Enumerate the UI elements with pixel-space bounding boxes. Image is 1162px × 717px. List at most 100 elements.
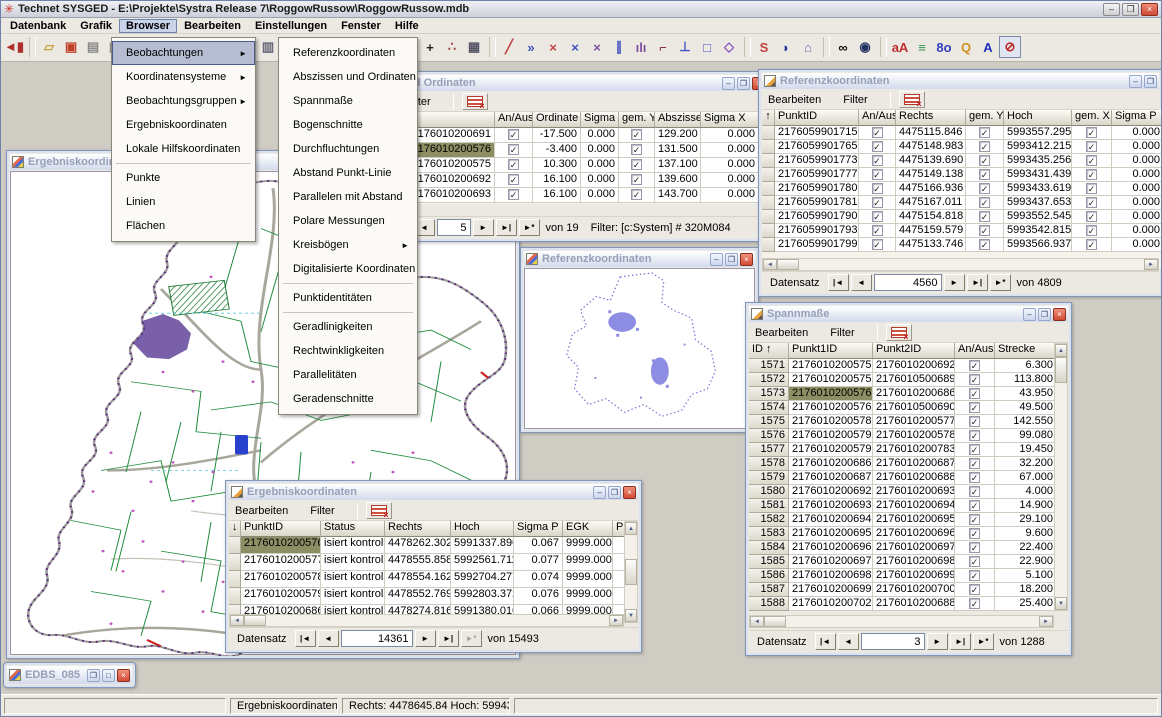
column-header-hoch[interactable]: Hoch xyxy=(1004,110,1072,126)
find-tool-icon[interactable]: ∞ xyxy=(832,36,854,58)
checkbox-checked-icon[interactable]: ✓ xyxy=(969,486,980,497)
checkbox-checked-icon[interactable]: ✓ xyxy=(631,129,642,140)
checkbox-checked-icon[interactable]: ✓ xyxy=(979,155,990,166)
column-header-sigma-p[interactable]: Sigma P xyxy=(1112,110,1162,126)
row-selector[interactable] xyxy=(762,182,775,196)
column-header-pu[interactable]: Pu xyxy=(613,521,624,537)
submenu-item-punktidentit-ten[interactable]: Punktidentitäten xyxy=(279,286,417,310)
gps-tool-icon[interactable]: 8o xyxy=(933,36,955,58)
checkbox-checked-icon[interactable]: ✓ xyxy=(979,197,990,208)
copy-structure-icon[interactable]: ▤ xyxy=(82,36,104,58)
column-header-punkt2id[interactable]: Punkt2ID xyxy=(873,343,955,359)
menubar-item-bearbeiten[interactable]: Bearbeiten xyxy=(177,19,248,33)
horizontal-scrollbar[interactable]: ◄► xyxy=(749,615,1054,628)
window-menu-item-bearbeiten[interactable]: Bearbeiten xyxy=(755,327,808,339)
data-grid[interactable]: ↑PunktIDAn/AusRechtsgem. YHochgem. XSigm… xyxy=(762,110,1162,268)
checkbox-checked-icon[interactable]: ✓ xyxy=(979,183,990,194)
close-button[interactable]: × xyxy=(1053,308,1066,321)
checkbox-checked-icon[interactable]: ✓ xyxy=(979,225,990,236)
checkbox-checked-icon[interactable]: ✓ xyxy=(1086,239,1097,250)
label-tool-icon[interactable]: aA xyxy=(889,36,911,58)
row-selector[interactable] xyxy=(762,168,775,182)
checkbox-checked-icon[interactable]: ✓ xyxy=(969,500,980,511)
window-menu-item-bearbeiten[interactable]: Bearbeiten xyxy=(768,94,821,106)
window-edbs-085-minimized[interactable]: EDBS_085 ❐ □ × xyxy=(3,662,136,688)
menu-item-beobachtungen[interactable]: Beobachtungen► xyxy=(112,41,255,65)
checkbox-checked-icon[interactable]: ✓ xyxy=(508,174,519,185)
checkbox-checked-icon[interactable]: ✓ xyxy=(969,430,980,441)
checkbox-checked-icon[interactable]: ✓ xyxy=(631,189,642,200)
row-selector[interactable] xyxy=(762,210,775,224)
checkbox-checked-icon[interactable]: ✓ xyxy=(1086,183,1097,194)
table-row[interactable]: 157121760102005752176010200692✓6.300 xyxy=(749,359,1054,373)
row-selector[interactable] xyxy=(762,154,775,168)
minimize-button[interactable]: – xyxy=(722,77,735,90)
table-row[interactable]: 2176059901773✓4475139.690✓5993435.256✓0.… xyxy=(762,154,1162,168)
close-button[interactable]: × xyxy=(623,486,636,499)
table-row[interactable]: 2176059901715✓4475115.846✓5993557.295✓0.… xyxy=(762,126,1162,140)
close-button[interactable]: × xyxy=(117,669,130,682)
next-record-button[interactable]: ► xyxy=(944,274,965,291)
column-header-rechts[interactable]: Rechts xyxy=(385,521,451,537)
scrollbar-track[interactable] xyxy=(266,615,609,626)
close-button[interactable]: × xyxy=(1141,3,1158,16)
checkbox-checked-icon[interactable]: ✓ xyxy=(979,211,990,222)
table-row[interactable]: 157221760102005752176010500689✓113.800 xyxy=(749,373,1054,387)
submenu-item-parallelit-ten[interactable]: Parallelitäten xyxy=(279,363,417,387)
checkbox-checked-icon[interactable]: ✓ xyxy=(872,141,883,152)
scrollbar-track[interactable] xyxy=(799,259,1144,270)
table-row[interactable]: 2176059901777✓4475149.138✓5993431.439✓0.… xyxy=(762,168,1162,182)
submenu-item-durchfluchtungen[interactable]: Durchfluchtungen xyxy=(279,137,417,161)
table-row[interactable]: 158321760102006952176010200696✓9.600 xyxy=(749,527,1054,541)
table-row[interactable]: 157321760102005762176010200686✓43.950 xyxy=(749,387,1054,401)
table-row[interactable]: 2176010200578isiert kontrolliert4478554.… xyxy=(229,571,624,588)
perpendicular-tool-icon[interactable]: ⊥ xyxy=(674,36,696,58)
menubar-item-hilfe[interactable]: Hilfe xyxy=(388,19,426,33)
column-header-sigma-p[interactable]: Sigma P xyxy=(514,521,563,537)
diamond-tool-icon[interactable]: ◇ xyxy=(718,36,740,58)
scroll-right-button[interactable]: ► xyxy=(1144,259,1158,270)
column-header-strecke[interactable]: Strecke xyxy=(995,343,1054,359)
checkbox-checked-icon[interactable]: ✓ xyxy=(1086,169,1097,180)
column-header-an-aus[interactable]: An/Aus xyxy=(859,110,896,126)
polyline-tool-icon[interactable]: S xyxy=(753,36,775,58)
row-selector[interactable] xyxy=(229,571,241,588)
delete-table-button[interactable] xyxy=(886,324,912,341)
first-record-button[interactable]: |◄ xyxy=(815,633,836,650)
window-referenzkoordinaten-map[interactable]: Referenzkoordinaten – ❐ × xyxy=(520,247,759,433)
open-folder-icon[interactable]: ▱ xyxy=(38,36,60,58)
checkbox-checked-icon[interactable]: ✓ xyxy=(979,141,990,152)
restore-button[interactable]: ❐ xyxy=(725,253,738,266)
checkbox-checked-icon[interactable]: ✓ xyxy=(872,211,883,222)
scroll-left-button[interactable]: ◄ xyxy=(230,615,244,626)
checkbox-checked-icon[interactable]: ✓ xyxy=(1086,141,1097,152)
table-row[interactable]: 2176010200577isiert kontrolliert4478555.… xyxy=(229,554,624,571)
table-row[interactable]: 157621760102005792176010200578✓99.080 xyxy=(749,429,1054,443)
polygon-tool-icon[interactable]: ⌂ xyxy=(797,36,819,58)
scrollbar-thumb[interactable] xyxy=(1055,357,1067,383)
horizontal-scrollbar[interactable]: ◄► xyxy=(229,614,624,627)
checkbox-checked-icon[interactable]: ✓ xyxy=(1086,197,1097,208)
table-row[interactable]: 2176059901765✓4475148.983✓5993412.215✓0.… xyxy=(762,140,1162,154)
previous-record-button[interactable]: ◄ xyxy=(318,630,339,647)
column-header-ordinate[interactable]: Ordinate xyxy=(533,112,581,128)
column-header-egk[interactable]: EGK xyxy=(563,521,613,537)
checkbox-checked-icon[interactable]: ✓ xyxy=(969,570,980,581)
checkbox-checked-icon[interactable]: ✓ xyxy=(1086,225,1097,236)
scrollbar-track[interactable] xyxy=(786,616,1039,627)
window-title-bar[interactable]: Referenzkoordinaten – ❐ × xyxy=(524,251,755,267)
layers-tool-icon[interactable]: ≡ xyxy=(911,36,933,58)
table-row[interactable]: 157421760102005762176010500690✓49.500 xyxy=(749,401,1054,415)
query-tool-icon[interactable]: Q xyxy=(955,36,977,58)
histogram-tool-icon[interactable]: ılı xyxy=(630,36,652,58)
restore-button[interactable]: ❐ xyxy=(1122,3,1139,16)
half-disc-tool-icon[interactable]: ◗ xyxy=(775,36,797,58)
new-record-button[interactable]: ►* xyxy=(461,630,482,647)
column-header-sigma-y[interactable]: Sigma Y xyxy=(581,112,619,128)
checkbox-checked-icon[interactable]: ✓ xyxy=(1086,155,1097,166)
scrollbar-thumb[interactable] xyxy=(777,259,799,270)
row-selector[interactable] xyxy=(762,140,775,154)
vertical-scrollbar[interactable]: ▲▼ xyxy=(1054,343,1068,611)
table-row[interactable]: 158421760102006962176010200697✓22.400 xyxy=(749,541,1054,555)
checkbox-checked-icon[interactable]: ✓ xyxy=(969,458,980,469)
